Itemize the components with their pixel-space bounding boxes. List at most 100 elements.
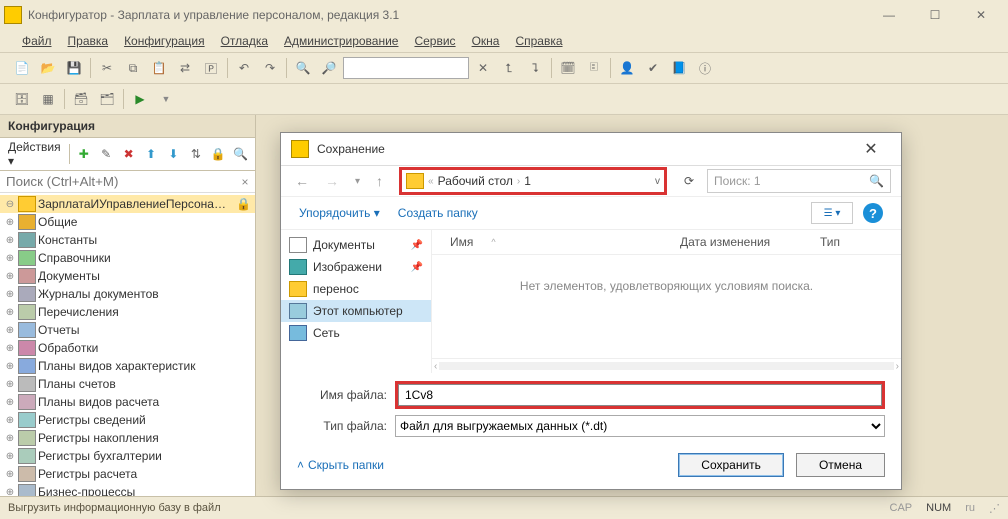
tb-undo-icon[interactable]: ↶ — [232, 57, 256, 79]
tb-zoom-icon[interactable]: 🔎 — [317, 57, 341, 79]
place-item[interactable]: перенос — [281, 278, 431, 300]
path-part-0[interactable]: Рабочий стол — [438, 174, 513, 188]
hide-folders-toggle[interactable]: ˄ Скрыть папки — [297, 458, 384, 472]
tb-help-icon[interactable]: ⓘ — [693, 57, 717, 79]
col-name[interactable]: Имя — [450, 235, 473, 249]
sa-lock-icon[interactable]: 🔒 — [208, 143, 228, 165]
organize-button[interactable]: Упорядочить ▾ — [299, 206, 380, 220]
expand-icon[interactable]: ⊕ — [4, 415, 16, 426]
filetype-select[interactable]: Файл для выгружаемых данных (*.dt) — [395, 415, 885, 437]
place-item[interactable]: Сеть — [281, 322, 431, 344]
sa-down-icon[interactable]: ⬇ — [163, 143, 183, 165]
place-item[interactable]: Этот компьютер — [281, 300, 431, 322]
path-breadcrumb[interactable]: « Рабочий стол › 1 v — [399, 167, 667, 195]
tree-item[interactable]: ⊕Бизнес-процессы — [0, 483, 255, 496]
sidebar-search-close-icon[interactable]: × — [235, 175, 255, 189]
expand-icon[interactable]: ⊕ — [4, 487, 16, 497]
menu-admin[interactable]: Администрирование — [278, 32, 404, 50]
tb2-run-drop-icon[interactable]: ▼ — [154, 88, 178, 110]
dialog-search[interactable]: Поиск: 1 🔍 — [707, 169, 891, 193]
path-part-1[interactable]: 1 — [524, 174, 531, 188]
nav-back-icon[interactable]: ← — [291, 173, 313, 189]
config-tree[interactable]: ⊖ ЗарплатаИУправлениеПерсонал... 🔒 ⊕Общи… — [0, 193, 255, 496]
tree-item[interactable]: ⊕Регистры накопления — [0, 429, 255, 447]
tree-item[interactable]: ⊕Обработки — [0, 339, 255, 357]
tb-print-icon[interactable]: 🄿 — [199, 57, 223, 79]
tb-user-icon[interactable]: 👤 — [615, 57, 639, 79]
expand-icon[interactable]: ⊕ — [4, 361, 16, 372]
tree-item[interactable]: ⊕Документы — [0, 267, 255, 285]
save-button[interactable]: Сохранить — [678, 453, 784, 477]
close-button[interactable]: ✕ — [958, 0, 1004, 30]
tb2-tree1-icon[interactable]: 🗃 — [69, 88, 93, 110]
tree-item[interactable]: ⊕Регистры сведений — [0, 411, 255, 429]
sa-up-icon[interactable]: ⬆ — [141, 143, 161, 165]
expand-icon[interactable]: ⊕ — [4, 433, 16, 444]
expand-icon[interactable]: ⊕ — [4, 397, 16, 408]
view-mode-button[interactable]: ☰ ▾ — [811, 202, 853, 224]
tb-compare-icon[interactable]: ⇄ — [173, 57, 197, 79]
tb-paste-icon[interactable]: 📋 — [147, 57, 171, 79]
toolbar-search-input[interactable] — [343, 57, 469, 79]
sa-edit-icon[interactable]: ✎ — [96, 143, 116, 165]
horiz-scrollbar[interactable]: ‹› — [432, 358, 901, 373]
tb-syntax-icon[interactable]: ✔ — [641, 57, 665, 79]
tb-open-icon[interactable]: 📂 — [36, 57, 60, 79]
menu-service[interactable]: Сервис — [408, 32, 461, 50]
tb-cut-icon[interactable]: ✂ — [95, 57, 119, 79]
places-pane[interactable]: Документы📌Изображени📌переносЭтот компьют… — [281, 230, 432, 373]
tree-item[interactable]: ⊕Отчеты — [0, 321, 255, 339]
sa-find-icon[interactable]: 🔍 — [231, 143, 251, 165]
dialog-close-button[interactable]: ✕ — [851, 139, 891, 159]
expand-icon[interactable]: ⊕ — [4, 325, 16, 336]
file-columns[interactable]: Имя^ Дата изменения Тип — [432, 230, 901, 255]
expand-icon[interactable]: ⊕ — [4, 235, 16, 246]
menu-file[interactable]: Файл — [16, 32, 58, 50]
tb-book-icon[interactable]: 📘 — [667, 57, 691, 79]
sa-add-icon[interactable]: ✚ — [74, 143, 94, 165]
tb-save-icon[interactable]: 💾 — [62, 57, 86, 79]
tree-item[interactable]: ⊕Планы видов характеристик — [0, 357, 255, 375]
tb-redo-icon[interactable]: ↷ — [258, 57, 282, 79]
maximize-button[interactable]: ☐ — [912, 0, 958, 30]
filename-input[interactable] — [398, 384, 882, 406]
tb-calendar-icon[interactable]: 🗓 — [556, 57, 580, 79]
sidebar-search-input[interactable] — [0, 171, 235, 192]
tree-item[interactable]: ⊕Планы видов расчета — [0, 393, 255, 411]
col-type[interactable]: Тип — [820, 235, 901, 249]
tb-clear-icon[interactable]: ✕ — [471, 57, 495, 79]
expand-icon[interactable]: ⊕ — [4, 343, 16, 354]
tb-copy-icon[interactable]: ⧉ — [121, 57, 145, 79]
nav-recent-icon[interactable]: ▾ — [351, 176, 364, 187]
nav-up-icon[interactable]: ↑ — [372, 173, 387, 189]
tb-calc-icon[interactable]: 🗉 — [582, 57, 606, 79]
tree-item[interactable]: ⊕Регистры бухгалтерии — [0, 447, 255, 465]
tb-new-icon[interactable]: 📄 — [10, 57, 34, 79]
sa-sort-icon[interactable]: ⇅ — [186, 143, 206, 165]
menu-help[interactable]: Справка — [509, 32, 568, 50]
menu-edit[interactable]: Правка — [62, 32, 115, 50]
tb-next-icon[interactable]: ⮧ — [523, 57, 547, 79]
expand-icon[interactable]: ⊕ — [4, 289, 16, 300]
menu-windows[interactable]: Окна — [466, 32, 506, 50]
tb2-run-icon[interactable]: ▶ — [128, 88, 152, 110]
sidebar-actions-drop[interactable]: Действия ▾ — [4, 140, 65, 168]
expand-icon[interactable]: ⊕ — [4, 253, 16, 264]
expand-icon[interactable]: ⊕ — [4, 451, 16, 462]
tree-item[interactable]: ⊕Перечисления — [0, 303, 255, 321]
tree-item[interactable]: ⊕Справочники — [0, 249, 255, 267]
place-item[interactable]: Документы📌 — [281, 234, 431, 256]
tree-item[interactable]: ⊕Общие — [0, 213, 255, 231]
expand-icon[interactable]: ⊕ — [4, 217, 16, 228]
menu-debug[interactable]: Отладка — [215, 32, 274, 50]
tree-item[interactable]: ⊕Регистры расчета — [0, 465, 255, 483]
tb2-db-icon[interactable]: 🗄 — [10, 88, 34, 110]
tree-item[interactable]: ⊕Планы счетов — [0, 375, 255, 393]
minimize-button[interactable]: — — [866, 0, 912, 30]
col-date[interactable]: Дата изменения — [680, 235, 820, 249]
collapse-icon[interactable]: ⊖ — [4, 199, 16, 210]
sa-del-icon[interactable]: ✖ — [118, 143, 138, 165]
dialog-help-icon[interactable]: ? — [863, 203, 883, 223]
tb-find-icon[interactable]: 🔍 — [291, 57, 315, 79]
tb2-grid-icon[interactable]: ▦ — [36, 88, 60, 110]
